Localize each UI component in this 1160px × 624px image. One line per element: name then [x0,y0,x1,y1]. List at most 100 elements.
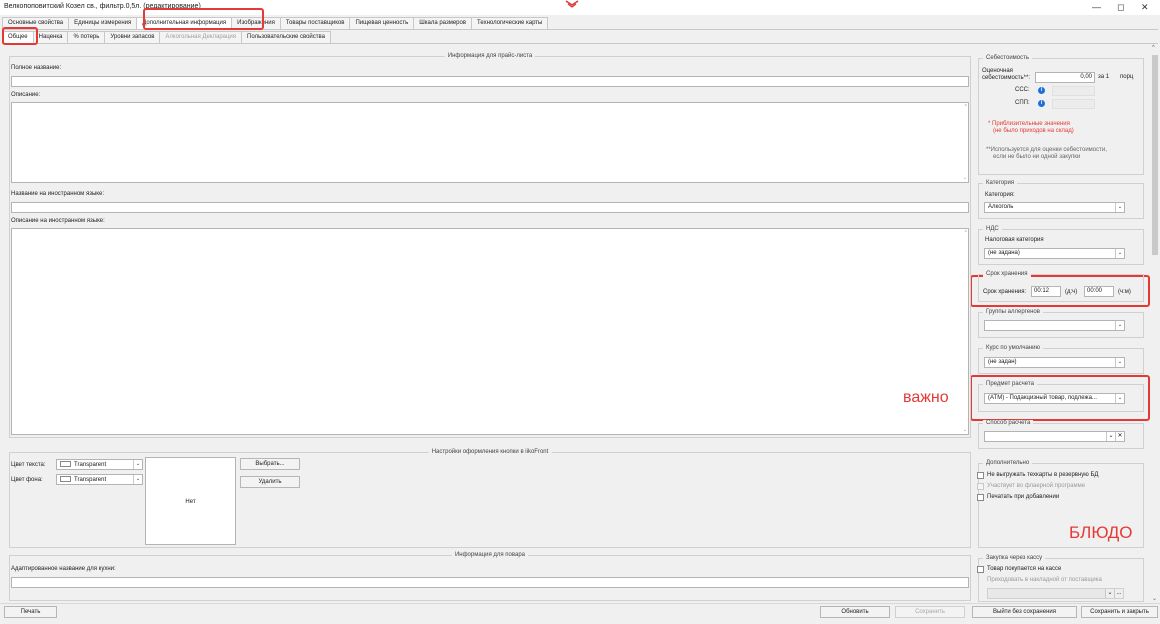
payment-method-legend: Способ расчета [983,420,1034,426]
scroll-up-icon[interactable]: ^ [1152,45,1155,51]
foreign-name-label: Название на иностранном языке: [11,191,104,197]
button-preview: Нет [145,457,236,545]
highlight-general-tab [2,27,38,45]
category-value: Алкоголь [988,204,1014,210]
vertical-scrollbar[interactable]: ^ ⌄ [1151,45,1160,602]
receive-label: Приходовать в накладной от поставщика [987,577,1102,583]
default-rate-legend: Курс по умолчанию [983,345,1043,351]
choose-button[interactable]: Выбрать... [240,458,300,470]
bg-color-value: Transparent [74,477,107,483]
tab-size-scale[interactable]: Шкала размеров [413,17,473,29]
text-color-label: Цвет текста: [11,462,46,468]
chevron-down-icon[interactable]: ⌄ [1115,249,1124,258]
foreign-name-input[interactable] [11,202,969,213]
tab-units[interactable]: Единицы измерения [68,17,138,29]
info-icon[interactable]: i [1038,87,1045,94]
print-button[interactable]: Печать [4,606,57,618]
bg-color-select[interactable]: Transparent ⌄ [56,474,143,485]
chevron-down-icon[interactable]: ⌄ [133,475,142,484]
foreign-description-textarea[interactable]: ^ ⌄ [11,228,969,435]
bg-color-label: Цвет фона: [11,477,43,483]
scroll-down-icon[interactable]: ⌄ [1152,595,1157,602]
scroll-down-icon[interactable]: ⌄ [963,175,967,181]
tab-supplier-goods[interactable]: Товары поставщиков [279,17,351,29]
tab-stock-levels[interactable]: Уровни запасов [104,31,161,43]
maximize-button[interactable]: ◻ [1117,2,1124,13]
estimated-cost-label-1: Оценочная [982,68,1013,74]
no-upload-label: Не выгружать техкарты в резервную БД [987,472,1099,478]
chevron-down-icon[interactable]: ⌄ [1106,432,1115,441]
cash-purchase-legend: Закупка через кассу [983,555,1046,561]
foreign-description-label: Описание на иностранном языке: [11,218,105,224]
tab-losses[interactable]: % потерь [67,31,106,43]
scroll-up-icon[interactable]: ^ [965,230,967,236]
chevron-down-icon[interactable]: ⌄ [133,460,142,469]
clear-icon[interactable]: ✕ [1115,432,1124,441]
delete-button[interactable]: Удалить [240,476,300,488]
shelf-life-minutes-input[interactable]: 00:00 [1084,286,1114,297]
estimated-cost-label-2: себестоимость**: [982,75,1031,81]
approx-note-2: (не было приходов на склад) [993,128,1074,134]
payment-method-select[interactable]: ⌄ ✕ [984,431,1125,442]
shelf-life-days-input[interactable]: 00:12 [1031,286,1061,297]
scroll-up-icon[interactable]: ^ [965,104,967,110]
spp-value [1052,99,1095,109]
bought-at-register-label: Товар покупается на кассе [987,566,1062,572]
default-rate-select[interactable]: (не задан) ⌄ [984,357,1125,368]
close-button[interactable]: ✕ [1141,2,1149,13]
text-color-value: Transparent [74,462,107,468]
full-name-input[interactable] [11,76,969,87]
refresh-button[interactable]: Обновить [820,606,890,618]
sss-value [1052,86,1095,96]
payment-subject-value: (АТМ) - Подакцизный товар, подлежа... [988,395,1097,401]
no-upload-checkbox[interactable] [977,472,984,479]
estimated-cost-input[interactable]: 0,00 [1035,72,1095,83]
info-icon[interactable]: i [1038,100,1045,107]
exit-without-save-button[interactable]: Выйти без сохранения [972,606,1077,618]
scroll-down-icon[interactable]: ⌄ [963,427,967,433]
allergens-select[interactable]: ⌄ [984,320,1125,331]
tab-nutrition[interactable]: Пищевая ценность [349,17,415,29]
tab-custom-properties[interactable]: Пользовательские свойства [241,31,331,43]
description-textarea[interactable]: ^ ⌄ [11,102,969,183]
chevron-down-icon[interactable]: ⌄ [1115,358,1124,367]
category-legend: Категория [983,180,1018,186]
tab-markup[interactable]: Наценка [32,31,69,43]
unit-label: порц [1120,74,1134,80]
ellipsis-icon: ... [1114,589,1123,598]
highlight-additional-info-tab [143,8,264,30]
save-button: Сохранить [895,606,965,618]
print-on-add-checkbox[interactable] [977,494,984,501]
minimize-button[interactable]: — [1092,2,1101,12]
days-unit-label: (д:ч) [1065,289,1078,295]
per-label: за 1 [1098,74,1110,80]
category-select[interactable]: Алкоголь ⌄ [984,202,1125,213]
color-swatch [60,461,71,467]
flyer-checkbox [977,483,984,490]
shelf-life-label: Срок хранения: [983,289,1027,295]
spp-label: СПП: [1015,100,1030,106]
category-label: Категория: [985,192,1015,198]
subtabs-divider [2,43,1158,44]
chevron-down-icon[interactable]: ⌄ [1115,394,1124,403]
chevron-down-icon[interactable]: ⌄ [1115,203,1124,212]
kitchen-name-label: Адаптированное название для кухни: [11,566,116,572]
tax-category-select[interactable]: (не задана) ⌄ [984,248,1125,259]
bought-at-register-checkbox[interactable] [977,566,984,573]
scrollbar-thumb[interactable] [1152,55,1158,255]
tab-tech-cards[interactable]: Технологические карты [471,17,549,29]
supplier-select: ⌄ ... [987,588,1124,599]
text-color-select[interactable]: Transparent ⌄ [56,459,143,470]
save-and-close-button[interactable]: Сохранить и закрыть [1081,606,1158,618]
vat-group: НДС [978,226,1144,265]
cook-info-legend: Информация для повара [451,552,529,558]
kitchen-name-input[interactable] [11,577,969,588]
additional-legend: Дополнительно [983,460,1033,466]
estimate-note-2: если не было ни одной закупки [993,154,1081,160]
chevron-down-icon[interactable]: ⌄ [1115,321,1124,330]
shelf-life-legend: Срок хранения [983,271,1031,277]
shelf-life-group: Срок хранения [978,271,1144,302]
annotation-important: важно [903,389,949,406]
payment-subject-legend: Предмет расчета [983,381,1037,387]
payment-subject-select[interactable]: (АТМ) - Подакцизный товар, подлежа... ⌄ [984,393,1125,404]
